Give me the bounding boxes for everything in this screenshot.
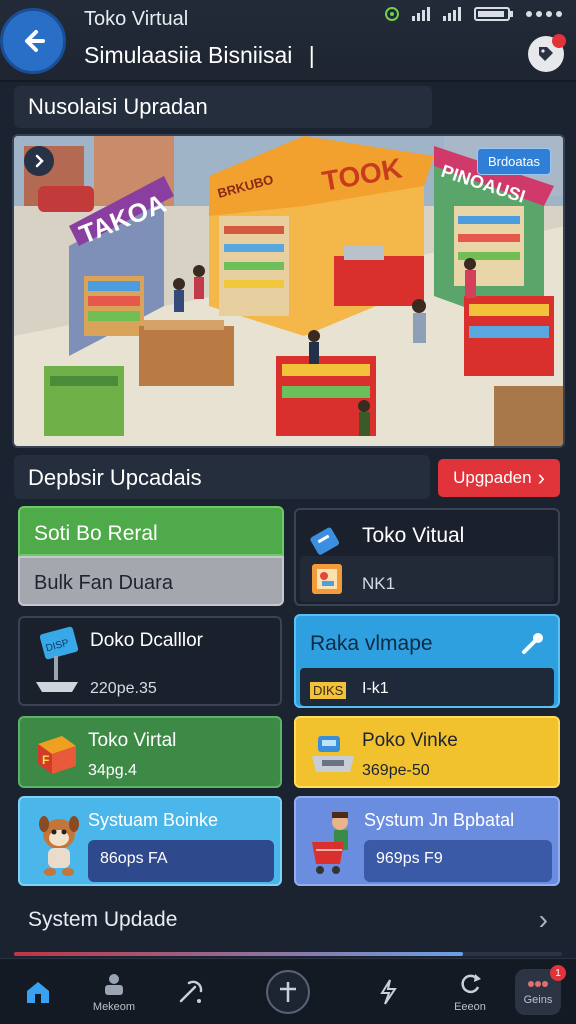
updates-title: Depbsir Upcadais xyxy=(14,455,430,499)
card-title: Toko Virtal xyxy=(88,730,177,751)
tag-icon xyxy=(310,524,344,558)
wifi-icon xyxy=(412,7,430,21)
home-icon xyxy=(27,982,49,1003)
back-arrow-icon xyxy=(25,30,45,52)
card-value: 86ops FA xyxy=(100,850,168,867)
wrench-icon[interactable] xyxy=(520,630,546,656)
card-value: 369pe-50 xyxy=(362,762,430,779)
card-bulk-fan-duara[interactable]: Bulk Fan Duara xyxy=(18,556,284,606)
upgrade-chevron-icon: › xyxy=(537,465,545,490)
product-box-icon xyxy=(310,562,344,596)
card-toko-vitual[interactable]: Toko Vitual NK1 xyxy=(294,508,560,606)
progress-bar xyxy=(14,952,562,956)
card-subtitle: Bulk Fan Duara xyxy=(34,572,173,594)
user-store-icon xyxy=(105,974,123,995)
app-title: Toko Virtual xyxy=(84,8,189,30)
grid-dots-icon xyxy=(528,981,548,987)
dog-mascot-icon xyxy=(34,808,84,878)
notification-badge: 1 xyxy=(550,965,566,981)
tag-icon xyxy=(539,47,553,61)
nav-tune[interactable] xyxy=(350,959,426,1024)
card-title: Raka vlmape xyxy=(310,632,433,655)
store-illustration: TAKOA TOOK BRKUBO PINOAUSI xyxy=(14,136,563,446)
hero-expand-button[interactable] xyxy=(24,146,54,176)
text-cursor: | xyxy=(308,42,315,68)
system-update-row[interactable]: System Updade › xyxy=(14,898,562,942)
section-title: Nusolaisi Upradan xyxy=(14,86,432,128)
card-doko-dcalllor[interactable]: DISP Doko Dcalllor 220pe.35 xyxy=(18,616,282,706)
back-button[interactable] xyxy=(0,8,66,74)
hero-badge[interactable]: Brdoatas xyxy=(476,148,551,175)
cash-register-icon xyxy=(308,730,358,778)
card-title: Poko Vinke xyxy=(362,730,458,751)
app-subtitle-text: Simulaasiia Bisniisai xyxy=(84,42,293,68)
card-raka-vlmape[interactable]: Raka vlmape DIKS I-k1 xyxy=(294,614,560,708)
gift-box-icon: F xyxy=(32,730,82,778)
tools-icon xyxy=(179,980,203,1003)
notification-dot xyxy=(552,34,566,48)
card-value: 34pg.4 xyxy=(88,762,137,779)
chevron-right-icon: › xyxy=(538,904,548,935)
upgrade-label: Upgpaden xyxy=(453,468,532,487)
card-value-bar: 969ps F9 xyxy=(364,840,552,882)
nav-label: Geins xyxy=(523,994,553,1006)
card-title: Systuam Boinke xyxy=(88,810,219,830)
card-value: I-k1 xyxy=(362,680,389,697)
card-systuam-boinke[interactable]: Systuam Boinke 86ops FA xyxy=(18,796,282,886)
svg-text:F: F xyxy=(42,753,49,767)
chevron-right-icon xyxy=(35,154,44,168)
nav-geins[interactable]: Geins 1 xyxy=(502,959,574,1024)
card-soti-bo-reral[interactable]: Soti Bo Reral xyxy=(18,506,284,556)
battery-icon xyxy=(474,7,513,21)
nav-tools[interactable] xyxy=(152,959,228,1024)
nav-label: Mekeom xyxy=(92,1001,136,1013)
card-title: Doko Dcalllor xyxy=(90,630,203,651)
nav-mekeom[interactable]: Mekeom xyxy=(76,959,152,1024)
location-icon xyxy=(385,7,399,21)
progress-fill xyxy=(14,952,464,956)
lightning-icon xyxy=(380,979,397,1005)
card-value: NK1 xyxy=(362,574,396,593)
refresh-icon xyxy=(461,974,481,994)
card-poko-vinke[interactable]: Poko Vinke 369pe-50 xyxy=(294,716,560,788)
nav-center-add[interactable] xyxy=(250,959,326,1024)
card-tag: DIKS xyxy=(310,682,347,699)
card-value-bar: 86ops FA xyxy=(88,840,274,882)
card-title: Toko Vitual xyxy=(362,524,465,547)
nav-eeeon[interactable]: Eeeon xyxy=(432,959,508,1024)
scale-icon: DISP xyxy=(32,626,82,696)
nav-home[interactable] xyxy=(0,959,76,1024)
card-title: Systum Jn Bpbatal xyxy=(364,810,515,830)
signal-icon xyxy=(443,7,461,21)
status-bar xyxy=(384,6,564,22)
bottom-nav: Mekeom Eeeon Geins 1 xyxy=(0,958,576,1024)
more-dots-icon[interactable] xyxy=(524,9,564,19)
card-systum-jn-bpbatal[interactable]: Systum Jn Bpbatal 969ps F9 xyxy=(294,796,560,886)
app-subtitle: Simulaasiia Bisniisai | xyxy=(84,42,315,69)
upgrade-button[interactable]: Upgpaden › xyxy=(438,459,560,497)
plus-circle-icon xyxy=(266,970,310,1014)
top-bar: Toko Virtual Simulaasiia Bisniisai | xyxy=(0,0,576,82)
nav-label: Eeeon xyxy=(454,1001,486,1013)
store-hero-image[interactable]: TAKOA TOOK BRKUBO PINOAUSI Brdoatas xyxy=(12,134,565,448)
card-value: 220pe.35 xyxy=(90,680,157,697)
card-toko-virtal[interactable]: F Toko Virtal 34pg.4 xyxy=(18,716,282,788)
shopper-cart-icon xyxy=(308,808,360,880)
card-title: Soti Bo Reral xyxy=(34,522,158,545)
card-value: 969ps F9 xyxy=(376,850,443,867)
system-update-label: System Updade xyxy=(28,908,178,931)
